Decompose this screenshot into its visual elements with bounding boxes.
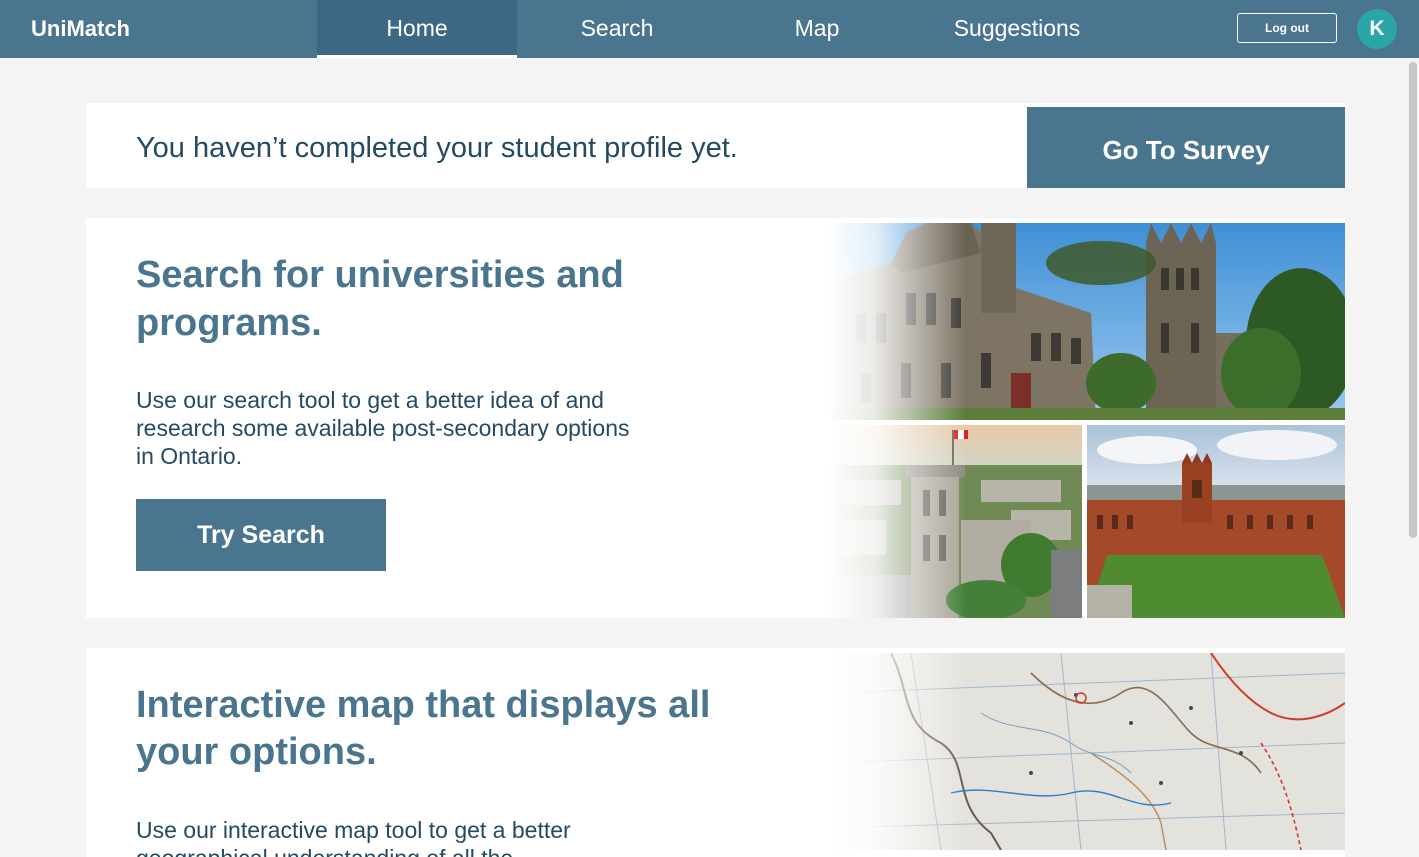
logout-button[interactable]: Log out <box>1237 13 1337 43</box>
profile-incomplete-banner: You haven’t completed your student profi… <box>86 103 1345 188</box>
tab-map[interactable]: Map <box>717 0 917 58</box>
top-nav-bar: UniMatch Home Search Map Suggestions Log… <box>0 0 1419 58</box>
profile-incomplete-message: You haven’t completed your student profi… <box>136 132 738 164</box>
tab-suggestions[interactable]: Suggestions <box>917 0 1117 58</box>
search-card-title-line2: programs. <box>136 302 322 344</box>
tab-home[interactable]: Home <box>317 0 517 58</box>
map-card-title-line1: Interactive map that displays all <box>136 684 711 726</box>
campus-photo-red-brick <box>1087 425 1345 618</box>
search-card-title-line1: Search for universities and <box>136 254 624 296</box>
search-feature-card: Search for universities and programs. Us… <box>86 218 1345 618</box>
map-card-desc-line2: geographical understanding of all the <box>136 844 513 857</box>
avatar[interactable]: K <box>1357 9 1397 49</box>
scrollbar-thumb[interactable] <box>1409 62 1417 538</box>
search-card-desc-line1: Use our search tool to get a better idea… <box>136 387 604 413</box>
search-card-desc-line3: in Ontario. <box>136 443 243 469</box>
try-search-button[interactable]: Try Search <box>136 499 386 571</box>
search-card-desc-line2: research some available post-secondary o… <box>136 415 630 441</box>
tab-search[interactable]: Search <box>517 0 717 58</box>
campus-photo-aerial-tower <box>831 425 1082 618</box>
go-to-survey-button[interactable]: Go To Survey <box>1027 107 1345 188</box>
campus-photo-gothic-buildings <box>831 223 1345 420</box>
brand-logo[interactable]: UniMatch <box>31 0 130 58</box>
map-photo <box>831 653 1345 850</box>
map-card-desc-line1: Use our interactive map tool to get a be… <box>136 817 571 843</box>
map-feature-card: Interactive map that displays all your o… <box>86 648 1345 857</box>
map-card-title-line2: your options. <box>136 731 377 773</box>
